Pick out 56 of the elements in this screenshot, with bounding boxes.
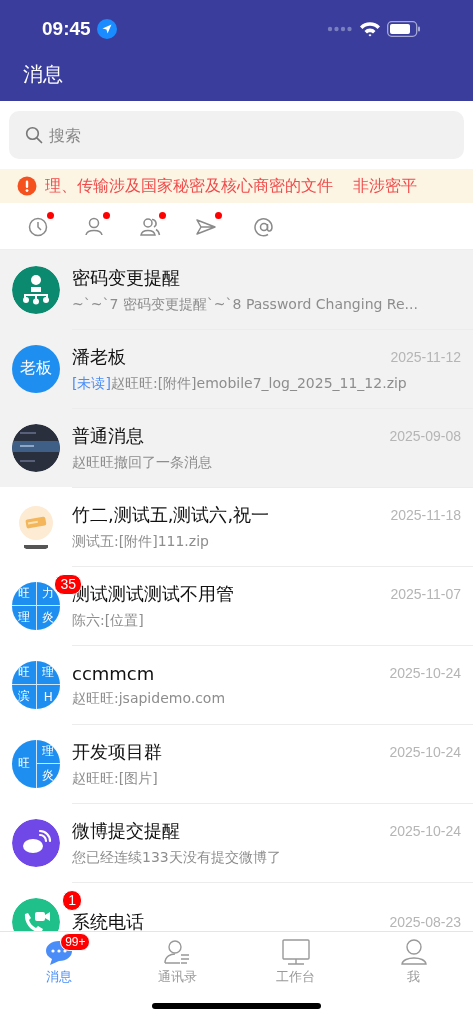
conversation-title: 系统电话 (72, 910, 145, 931)
avatar: 老板 (12, 344, 60, 393)
message-preview: 赵旺旺:jsapidemo.com (72, 689, 227, 708)
conversation-date: 2025-11-18 (390, 507, 461, 523)
conversation-title: 微博提交提醒 (72, 819, 181, 843)
unread-count: 99+ (60, 933, 91, 951)
location-icon (96, 19, 117, 39)
page-title: 消息 (22, 61, 63, 88)
message-preview: 您已经连续133天没有提交微博了 (72, 849, 282, 867)
notice-text: 非涉密平 (353, 175, 417, 197)
conversation-title: 开发项目群 (72, 740, 163, 764)
message-preview: 赵旺旺:[图片] (72, 770, 159, 788)
conversation-date: 2025-11-12 (390, 349, 461, 365)
conversation-date: 2025-10-24 (389, 744, 461, 760)
conversation-item[interactable]: 普通消息 2025-09-08 赵旺旺撤回了一条消息 (0, 408, 473, 487)
wifi-icon (359, 21, 381, 37)
avatar-letter: 滨 (12, 685, 36, 709)
notice-text: 理、传输涉及国家秘密及核心商密的文件 (45, 175, 333, 197)
conversation-date: 2025-10-24 (389, 823, 461, 839)
conversation-item[interactable]: 密码变更提醒 ~`~`7 密码变更提醒`~`8 Password Changing Re... (0, 250, 473, 329)
battery-icon (387, 21, 421, 37)
message-preview: ~`~`7 密码变更提醒`~`8 Password Changing Re... (72, 295, 419, 314)
conversation-item[interactable]: 老板 潘老板 2025-11-12 [未读]赵旺旺:[附件]emobile7_log_2025_11_12.zip (0, 329, 473, 408)
warning-icon (17, 176, 37, 196)
status-time: 09:45 (42, 18, 91, 40)
search-field[interactable]: 搜索 (9, 111, 464, 159)
message-preview: 陈六:[位置] (72, 612, 145, 630)
message-preview: 测试五:[附件]111.zip (72, 533, 210, 551)
conversation-date: 2025-08-23 (389, 914, 461, 930)
conversation-title: ccmmcm (72, 662, 156, 684)
conversation-title: 密码变更提醒 (72, 265, 181, 290)
avatar-letter: 理 (36, 739, 60, 763)
conversation-date: 2025-10-24 (389, 665, 461, 681)
signal-icon (327, 26, 353, 32)
avatar-letter: 力 (36, 581, 60, 605)
avatar-letter: 炎 (36, 764, 60, 788)
avatar-letter: 理 (12, 606, 36, 630)
avatar-letter: 旺 (12, 660, 36, 684)
unread-count: 1 (62, 889, 82, 911)
conversation-title: 潘老板 (72, 345, 127, 369)
person-icon (398, 938, 429, 966)
org-chart-avatar-icon (12, 265, 60, 314)
avatar-letter: H (36, 685, 60, 709)
cloud-signal-avatar-icon (12, 818, 60, 867)
conversation-title: 竹二,测试五,测试六,祝一 (72, 503, 271, 527)
tab[interactable]: 99+ 消息 (0, 932, 119, 992)
conversation-title: 普通消息 (72, 424, 145, 448)
message-preview: [未读]赵旺旺:[附件]emobile7_log_2025_11_12.zip (72, 375, 408, 393)
avatar-letter: 旺 (12, 581, 36, 605)
conversation-date: 2025-09-08 (389, 428, 461, 444)
conversation-date: 2025-11-07 (390, 586, 461, 602)
avatar-letter: 旺 (12, 739, 36, 788)
avatar-letter: 理 (36, 660, 60, 684)
avatar-letter: 炎 (36, 606, 60, 630)
monitor-icon (280, 938, 311, 966)
message-preview: 赵旺旺撤回了一条消息 (72, 454, 213, 472)
